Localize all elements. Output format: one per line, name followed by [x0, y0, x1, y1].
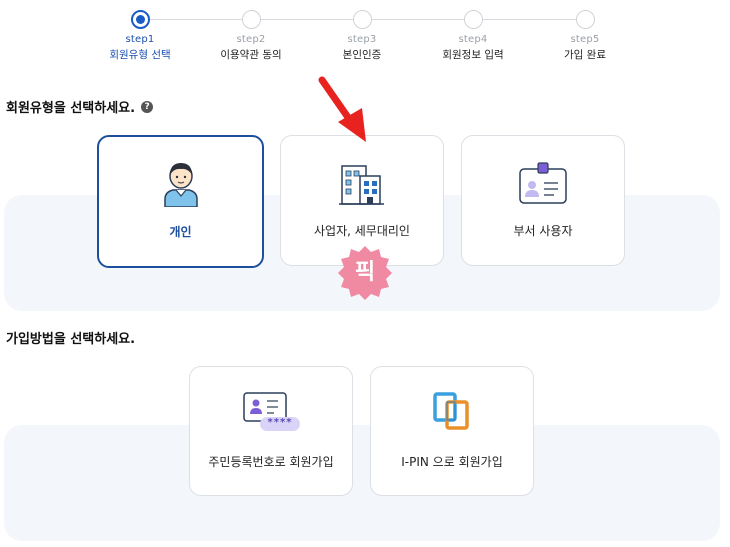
join-method-ipin-label: I-PIN 으로 회원가입 [401, 455, 503, 469]
member-type-department-card[interactable]: 부서 사용자 [461, 135, 625, 266]
step-1-number: step1 [125, 34, 155, 45]
masked-number-text: **** [267, 417, 293, 428]
step-3-dot [352, 10, 372, 29]
member-type-department-label: 부서 사용자 [513, 224, 573, 238]
pick-badge-text: 픽 [354, 260, 376, 285]
join-method-title-text: 가입방법을 선택하세요. [6, 332, 136, 347]
step-3: step3 본인인증 [302, 10, 422, 62]
step-5-label: 가입 완료 [564, 49, 606, 61]
id-badge-icon [518, 161, 568, 209]
step-4: step4 회원정보 입력 [413, 10, 533, 62]
step-5: step5 가입 완료 [525, 10, 645, 62]
step-5-dot [575, 10, 595, 29]
signup-stepper: step1 회원유형 선택 step2 이용약관 동의 step3 본인인증 s… [0, 10, 730, 70]
step-2-label: 이용약관 동의 [220, 49, 282, 61]
step-4-number: step4 [458, 34, 488, 45]
step-4-label: 회원정보 입력 [442, 49, 504, 61]
step-1-dot [130, 10, 150, 29]
step-2-number: step2 [236, 34, 266, 45]
member-type-title: 회원유형을 선택하세요. ? [6, 97, 154, 116]
ipin-icon [432, 391, 472, 435]
step-5-number: step5 [570, 34, 600, 45]
help-icon[interactable]: ? [141, 100, 154, 113]
step-4-dot [463, 10, 483, 29]
step-2: step2 이용약관 동의 [191, 10, 311, 62]
pick-badge: 픽 [336, 244, 394, 302]
member-type-title-text: 회원유형을 선택하세요. [6, 101, 136, 116]
join-method-band [4, 425, 720, 541]
join-method-rrn-label: 주민등록번호로 회원가입 [208, 455, 334, 469]
step-2-dot [241, 10, 261, 29]
join-method-rrn-card[interactable]: **** 주민등록번호로 회원가입 [189, 366, 353, 496]
building-icon [338, 162, 386, 210]
join-method-ipin-card[interactable]: I-PIN 으로 회원가입 [370, 366, 534, 496]
step-3-label: 본인인증 [342, 49, 382, 61]
member-type-business-label: 사업자, 세무대리인 [314, 224, 410, 238]
id-card-icon [240, 391, 302, 437]
step-1: step1 회원유형 선택 [80, 10, 200, 62]
step-1-label: 회원유형 선택 [109, 49, 171, 61]
join-method-title: 가입방법을 선택하세요. [6, 328, 135, 347]
member-type-personal-label: 개인 [169, 225, 192, 239]
person-icon [161, 159, 201, 211]
member-type-personal-card[interactable]: 개인 [97, 135, 264, 268]
step-3-number: step3 [347, 34, 377, 45]
red-arrow-icon [318, 76, 370, 150]
